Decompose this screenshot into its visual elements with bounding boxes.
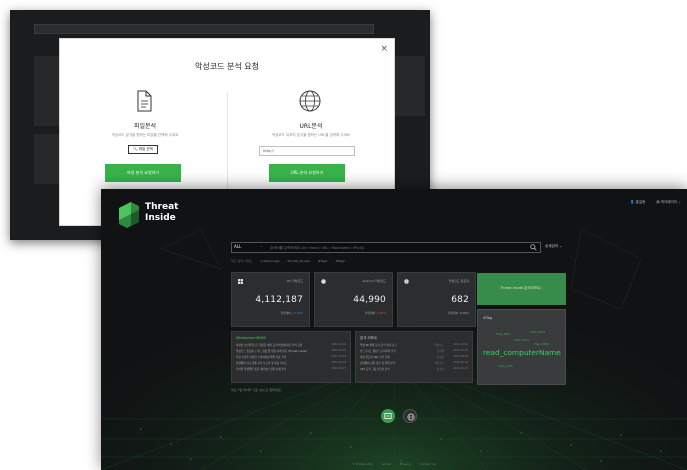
- tag-item[interactable]: TAG_0004: [530, 330, 545, 334]
- search-icon[interactable]: [530, 244, 537, 251]
- advanced-search-link[interactable]: 상세검색 ⌄: [545, 244, 562, 249]
- chevron-down-icon[interactable]: ⌄: [260, 244, 263, 248]
- threat-inside-logo[interactable]: Threat Inside: [117, 202, 187, 228]
- list-item[interactable]: APT 공격 그룹 인프라 분석 유포지 2021.09.27: [360, 367, 468, 373]
- recent-keyword[interactable]: Emotet_01.exe: [287, 259, 309, 263]
- mypage-link[interactable]: ▤ 마이페이지 ⌄: [656, 200, 681, 204]
- svg-text:!: !: [406, 280, 407, 284]
- search-scope-select[interactable]: ALL: [234, 244, 241, 249]
- url-analysis-title: URL분석: [299, 123, 323, 130]
- file-icon: [384, 413, 392, 419]
- recent-keywords-label: 최근 검색 키워드: [231, 259, 253, 263]
- report-panel: 분석 리포트 악성 PE 파일 동적 분석 결과 보고 악성코드 2021.10.0…: [355, 331, 473, 383]
- report-panel-title: 분석 리포트: [360, 336, 378, 340]
- tag-cloud-title: #Tag: [483, 316, 492, 320]
- search-bar: ALL ⌄: [231, 242, 541, 253]
- file-analysis-shortcut-button[interactable]: [381, 409, 395, 423]
- link-icon: !: [404, 279, 409, 284]
- stat-card-pc[interactable]: PC 악성코드 4,112,187 전일대비 +2.32%: [231, 272, 310, 327]
- stat-label: 악성코드 유포지: [448, 279, 469, 283]
- background-grid-graphic: [101, 189, 687, 470]
- news-panel: Whatsnew NEWS 사내망 보안위협으로 위장한 해킹 공격 확산에 대…: [231, 331, 351, 383]
- footer-about-link[interactable]: About: [382, 462, 391, 466]
- footer: © ESTsecurity About Privacy Contact Us: [101, 462, 687, 466]
- list-item[interactable]: 모바일 악성앱을 통한 개인정보 탈취 사례 분석 2021.09.27: [236, 367, 346, 373]
- stat-card-distribution[interactable]: ! 악성코드 유포지 682 전일대비 -0.02%: [397, 272, 476, 327]
- recent-keyword[interactable]: #Tag1: [318, 259, 328, 263]
- user-name-link[interactable]: 👤 홍길동: [630, 200, 645, 204]
- stat-label: PC 악성코드: [287, 279, 303, 283]
- logo-text: Threat Inside: [145, 202, 179, 223]
- stat-value: 44,990: [353, 295, 386, 305]
- stat-delta: 전일대비 +2.32%: [280, 311, 303, 315]
- stat-delta: 전일대비 -0.02%: [447, 311, 469, 315]
- data-note: 최근 7일 데이터 기준 (실시간 업데이트): [231, 388, 282, 392]
- footer-privacy-link[interactable]: Privacy: [400, 462, 411, 466]
- url-analysis-submit-button[interactable]: URL 분석 요청하기: [269, 164, 345, 182]
- tag-item[interactable]: TAG_5556: [534, 342, 549, 346]
- modal-divider: [227, 93, 228, 197]
- recent-keyword[interactable]: xxltvkim.apk: [260, 259, 279, 263]
- logo-mark-icon: [119, 202, 139, 228]
- file-analysis-desc: 악성코드 분석을 원하는 파일을 선택해 주세요: [111, 133, 179, 137]
- dashboard-screenshot: Threat Inside 👤 홍길동 ▤ 마이페이지 ⌄ ALL ⌄ 상세검색…: [101, 189, 687, 470]
- url-input[interactable]: [259, 146, 355, 156]
- stat-value: 4,112,187: [255, 295, 303, 305]
- stat-delta: 전일대비 -1.48%: [364, 311, 386, 315]
- file-select-button[interactable]: 🔍 파일 선택: [128, 145, 158, 154]
- stat-label: Android 악성코드: [362, 279, 386, 283]
- footer-copyright: © ESTsecurity: [351, 462, 374, 466]
- user-menu: 👤 홍길동 ▤ 마이페이지 ⌄: [620, 200, 681, 205]
- background-card: [395, 56, 425, 116]
- footer-contact-link[interactable]: Contact Us: [420, 462, 436, 466]
- globe-icon: [299, 90, 321, 112]
- document-icon: [137, 90, 152, 112]
- stat-card-android[interactable]: Android 악성코드 44,990 전일대비 -1.48%: [314, 272, 393, 327]
- recent-keywords: 최근 검색 키워드 xxltvkim.apk Emotet_01.exe #Ta…: [231, 259, 352, 263]
- url-analysis-desc: 악성코드 유포지 분석을 원하는 URL을 입력해 주세요: [271, 133, 351, 137]
- modal-title: 악성코드 분석 요청: [195, 62, 259, 71]
- android-icon: [321, 279, 326, 284]
- windows-icon: [238, 279, 243, 284]
- stat-value: 682: [451, 295, 469, 305]
- url-analysis-shortcut-button[interactable]: [403, 409, 417, 423]
- close-icon[interactable]: ×: [380, 44, 388, 54]
- tag-item[interactable]: TAG_2021: [514, 338, 529, 342]
- file-analysis-title: 파일분석: [133, 123, 157, 130]
- threat-report-card[interactable]: Threat Inside 분석리포트 ›: [477, 273, 566, 305]
- tag-highlight[interactable]: read_computerName: [483, 348, 561, 357]
- globe-icon: [407, 413, 415, 421]
- news-panel-title: Whatsnew NEWS: [236, 336, 266, 340]
- search-input[interactable]: [270, 243, 520, 252]
- tag-item[interactable]: TAG_1105: [498, 364, 513, 368]
- tag-cloud-card: #Tag TAG_1801 TAG_0004 TAG_2021 TAG_5556…: [477, 309, 566, 385]
- background-search-bar: [34, 24, 374, 34]
- file-analysis-submit-button[interactable]: 파일 분석 요청하기: [105, 164, 181, 182]
- recent-keyword[interactable]: #Tag2: [335, 259, 345, 263]
- tag-item[interactable]: TAG_1801: [496, 332, 511, 336]
